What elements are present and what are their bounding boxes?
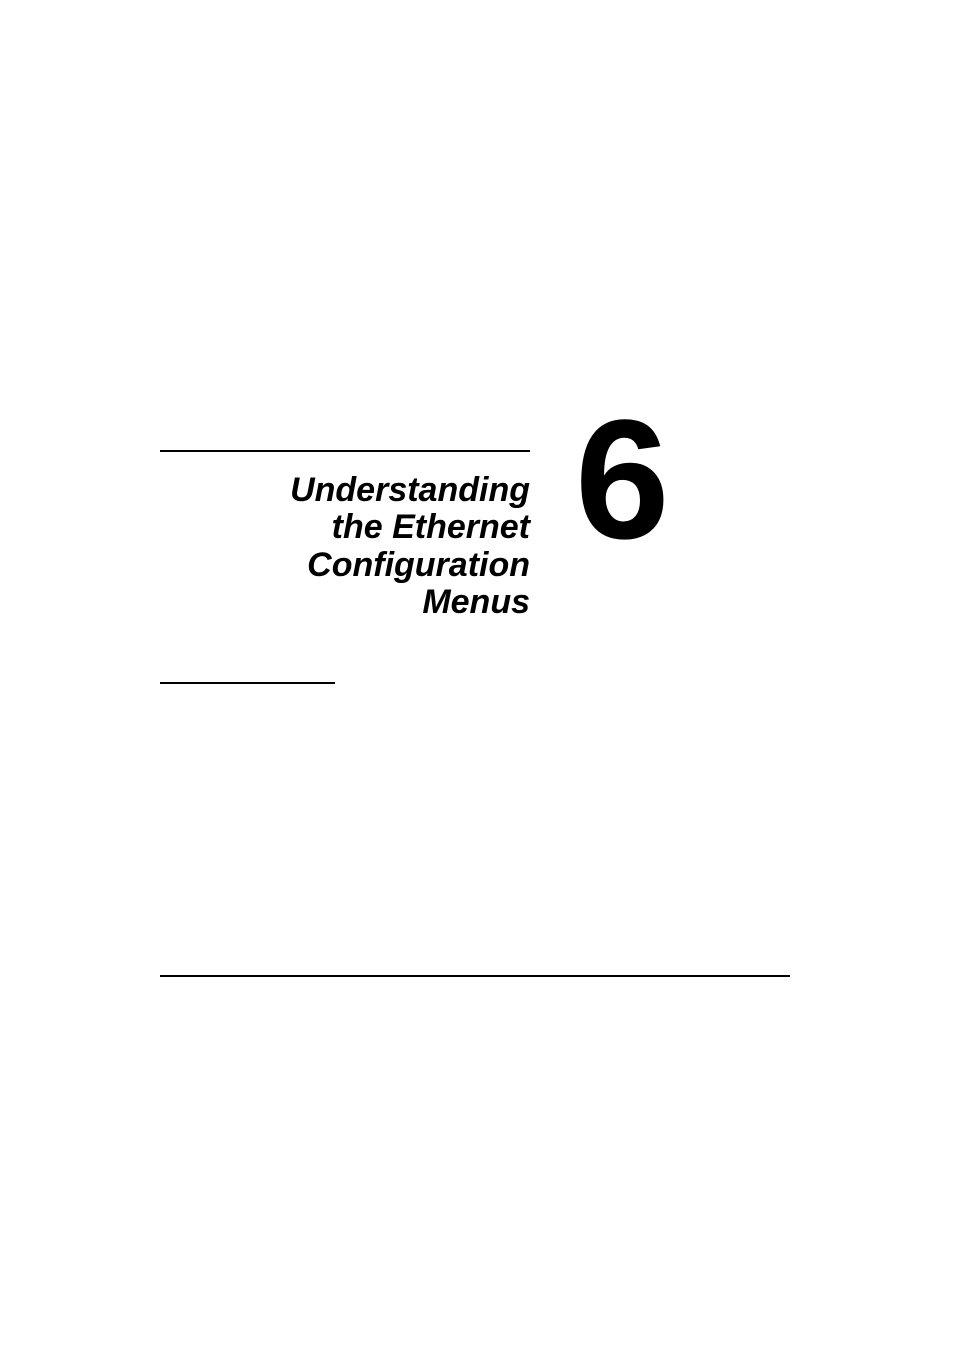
page-container: Understanding the Ethernet Configuration… xyxy=(0,0,954,1350)
title-rule-top xyxy=(160,450,530,452)
footer-rule xyxy=(160,975,790,977)
chapter-title-block: Understanding the Ethernet Configuration… xyxy=(160,450,530,684)
chapter-number: 6 xyxy=(575,395,670,565)
title-rule-bottom xyxy=(160,682,335,684)
title-line-2: the Ethernet xyxy=(332,508,530,546)
title-line-4: Menus xyxy=(422,583,530,621)
chapter-title: Understanding the Ethernet Configuration… xyxy=(160,472,530,622)
title-line-3: Configuration xyxy=(307,546,530,584)
title-line-1: Understanding xyxy=(290,471,530,509)
